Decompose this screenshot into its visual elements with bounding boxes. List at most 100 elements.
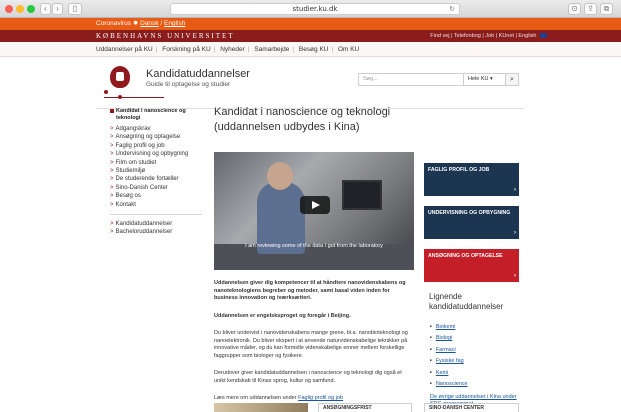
chevron-down-icon: ▾ bbox=[490, 76, 493, 82]
downloads-button[interactable]: ⊙ bbox=[568, 3, 581, 15]
topnav-item-samarbejde[interactable]: Samarbejde bbox=[254, 46, 289, 53]
leftnav-label: Bacheloruddannelser bbox=[115, 229, 173, 236]
right-column: FAGLIG PROFIL OG JOB › UNDERVISNING OG O… bbox=[424, 163, 519, 407]
leftnav-label: Ansøgning og optagelse bbox=[115, 134, 181, 141]
read-more-paragraph: Læs mere om uddannelsen under Faglig pro… bbox=[214, 395, 414, 403]
topnav-item-forskning[interactable]: Forskning på KU bbox=[162, 46, 210, 53]
site-subtitle: Guide til optagelse og studier bbox=[146, 81, 231, 88]
leftnav-item-besoeg[interactable]: > Besøg os bbox=[110, 192, 202, 200]
topnav-item-besoeg[interactable]: Besøg KU bbox=[299, 46, 329, 53]
utility-links[interactable]: Find vej | Telefonbog | Job | KUnet | En… bbox=[430, 30, 547, 42]
search-button[interactable]: ⌕ bbox=[506, 73, 519, 86]
related-link-biokemi[interactable]: Biokemi bbox=[430, 321, 519, 332]
faglig-profil-link[interactable]: Faglig profil og job bbox=[298, 395, 343, 401]
bottom-image bbox=[214, 403, 308, 412]
related-link-biologi[interactable]: Biologi bbox=[430, 332, 519, 343]
utility-links-text[interactable]: Find vej | Telefonbog | Job | KUnet | En… bbox=[430, 33, 536, 39]
university-bar: KØBENHAVNS UNIVERSITET Find vej | Telefo… bbox=[0, 30, 621, 42]
video-caption: I am reviewing some of the data I got fr… bbox=[245, 243, 383, 249]
reload-icon[interactable]: ↻ bbox=[449, 4, 455, 15]
topnav-item-om-ku[interactable]: Om KU bbox=[338, 46, 359, 53]
corona-bar: Coronavirus ✹ Dansk / English bbox=[0, 18, 621, 30]
chevron-right-icon: > bbox=[110, 151, 114, 158]
sidebar-toggle-button[interactable]: ▯ bbox=[68, 3, 82, 15]
leftnav-item-kandidat[interactable]: > Kandidatuddannelser bbox=[110, 220, 202, 228]
related-link-farmaci[interactable]: Farmaci bbox=[430, 344, 519, 355]
minimize-window-button[interactable] bbox=[16, 5, 24, 13]
sdc-box[interactable]: SINO-DANISH CENTER bbox=[424, 403, 519, 412]
decor-dot bbox=[104, 90, 108, 94]
topnav-item-uddannelser[interactable]: Uddannelser på KU bbox=[96, 46, 153, 53]
arrow-right-icon: › bbox=[514, 272, 516, 279]
site-header: Kandidatuddannelser Guide til optagelse … bbox=[96, 64, 526, 104]
related-link-kemi[interactable]: Kemi bbox=[430, 367, 519, 378]
header-rule bbox=[104, 97, 164, 98]
danish-link[interactable]: Dansk bbox=[140, 20, 158, 27]
forward-icon: › bbox=[56, 4, 59, 13]
related-link-fysiske-fag[interactable]: Fysiske fag bbox=[430, 355, 519, 366]
leftnav-item-faglig-profil[interactable]: > Faglig profil og job bbox=[110, 142, 202, 150]
share-button[interactable]: ⇪ bbox=[584, 3, 597, 15]
search-scope-select[interactable]: Hele KU ▾ bbox=[464, 73, 506, 86]
tile-undervisning[interactable]: UNDERVISNING OG OPBYGNING › bbox=[424, 206, 519, 239]
related-title: Lignende kandidatuddannelser bbox=[429, 292, 504, 311]
search-input[interactable]: Søg... bbox=[358, 73, 464, 86]
sidebar-icon: ▯ bbox=[72, 4, 78, 13]
site-title[interactable]: Kandidatuddannelser bbox=[146, 68, 250, 80]
leftnav-item-ansoegning[interactable]: > Ansøgning og optagelse bbox=[110, 133, 202, 141]
leftnav-list: > Adgangskrav > Ansøgning og optagelse > Fa… bbox=[110, 125, 202, 209]
university-name[interactable]: KØBENHAVNS UNIVERSITET bbox=[96, 32, 235, 40]
video-scene bbox=[342, 180, 382, 210]
back-icon: ‹ bbox=[44, 4, 47, 13]
intro-paragraph: Uddannelsen giver dig kompetencer til at… bbox=[214, 280, 406, 301]
video-player[interactable]: I am reviewing some of the data I got fr… bbox=[214, 152, 414, 270]
leftnav-label: De studerende fortæller bbox=[115, 176, 179, 183]
related-list: Biokemi Biologi Farmaci Fysiske fag Kemi… bbox=[430, 321, 519, 389]
leftnav-item-kontakt[interactable]: > Kontakt bbox=[110, 201, 202, 209]
chevron-right-icon: > bbox=[110, 134, 114, 141]
leftnav-item-sino-danish[interactable]: > Sino-Danish Center bbox=[110, 184, 202, 192]
tile-label: UNDERVISNING OG OPBYGNING bbox=[428, 210, 511, 216]
play-icon[interactable] bbox=[300, 196, 330, 214]
english-link[interactable]: English bbox=[164, 20, 185, 27]
left-navigation: Kandidat i nanoscience og teknologi > Adg… bbox=[110, 108, 202, 237]
chevron-right-icon: > bbox=[110, 142, 114, 149]
tile-faglig-profil[interactable]: FAGLIG PROFIL OG JOB › bbox=[424, 163, 519, 196]
leftnav-item-bachelor[interactable]: > Bacheloruddannelser bbox=[110, 228, 202, 236]
corona-label: Coronavirus bbox=[96, 20, 132, 27]
deadline-box[interactable]: ANSØGNINGSFRIST bbox=[318, 403, 412, 412]
leftnav-label: Adgangskrav bbox=[115, 126, 151, 132]
leftnav-current[interactable]: Kandidat i nanoscience og teknologi bbox=[110, 108, 202, 122]
leftnav-label: Kontakt bbox=[115, 201, 136, 208]
browser-toolbar: ‹ › ▯ studier.ku.dk ↻ ⊙ ⇪ ⧉ bbox=[0, 0, 621, 18]
leftnav-label: Kandidatuddannelser bbox=[115, 221, 173, 228]
leftnav-item-adgangskrav[interactable]: > Adgangskrav bbox=[110, 125, 202, 133]
leftnav-separator bbox=[110, 214, 202, 216]
main-content: Kandidat i nanoscience og teknologi (udd… bbox=[214, 105, 414, 403]
leftnav-label: Undervisning og opbygning bbox=[115, 151, 189, 158]
leftnav-item-film[interactable]: > Film om studiet bbox=[110, 159, 202, 167]
address-bar[interactable]: studier.ku.dk ↻ bbox=[170, 3, 460, 15]
forward-button[interactable]: › bbox=[52, 3, 63, 15]
arrow-right-icon: › bbox=[514, 186, 516, 193]
zoom-window-button[interactable] bbox=[27, 5, 35, 13]
tile-label: ANSØGNING OG OPTAGELSE bbox=[428, 253, 503, 259]
video-scene bbox=[267, 162, 293, 190]
close-window-button[interactable] bbox=[5, 5, 13, 13]
search-icon: ⌕ bbox=[510, 76, 514, 83]
leftnav-label: Film om studiet bbox=[115, 159, 157, 166]
back-button[interactable]: ‹ bbox=[40, 3, 51, 15]
related-link-nanoscience[interactable]: Nanoscience bbox=[430, 378, 519, 389]
page-title: Kandidat i nanoscience og teknologi (udd… bbox=[214, 106, 391, 133]
sun-icon: ✹ bbox=[132, 20, 139, 27]
ku-logo[interactable] bbox=[110, 66, 130, 88]
read-more-text: Læs mere om uddannelsen under bbox=[214, 395, 297, 401]
tile-ansoegning[interactable]: ANSØGNING OG OPTAGELSE › bbox=[424, 249, 519, 282]
web-page: Coronavirus ✹ Dansk / English KØBENHAVNS… bbox=[0, 18, 621, 412]
leftnav-item-studerende[interactable]: > De studerende fortæller bbox=[110, 175, 202, 183]
leftnav-item-undervisning[interactable]: > Undervisning og opbygning bbox=[110, 150, 202, 158]
tabs-overview-button[interactable]: ⧉ bbox=[600, 3, 613, 15]
leftnav-item-studiemiljoe[interactable]: > Studiemiljø bbox=[110, 167, 202, 175]
topnav-item-nyheder[interactable]: Nyheder bbox=[220, 46, 245, 53]
language-paragraph: Uddannelsen er engelsksproget og foregår… bbox=[214, 312, 351, 319]
